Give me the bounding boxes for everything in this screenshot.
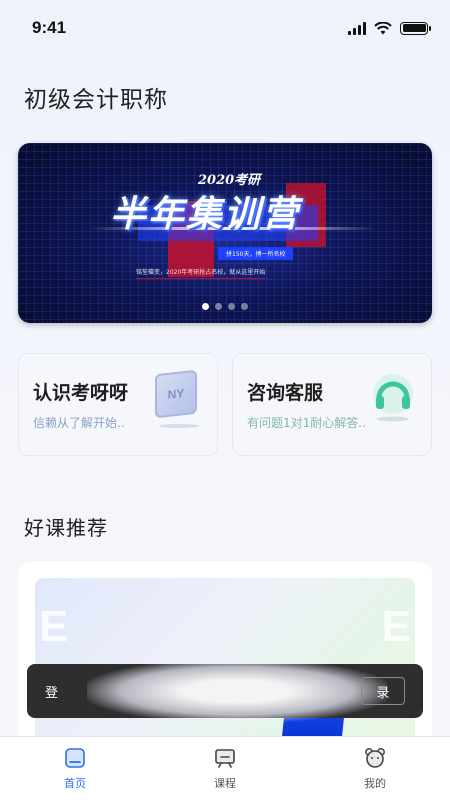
tab-label: 首页 <box>64 777 86 790</box>
tab-home[interactable]: 首页 <box>0 737 150 800</box>
login-toast: 登 录 <box>27 660 423 722</box>
toast-text: 登 <box>45 686 59 701</box>
banner-main-title: 半年集训营 <box>110 194 301 235</box>
banner-carousel[interactable]: 2020考研 半年集训营 拼150天，搏一所名校 铭笙蝶变，2020年考研抢占名… <box>18 143 432 323</box>
carousel-dots <box>18 303 432 310</box>
status-time: 9:41 <box>32 18 67 37</box>
tab-label: 我的 <box>364 777 386 790</box>
carousel-dot[interactable] <box>202 303 209 310</box>
about-card[interactable]: 认识考呀呀 信赖从了解开始.. NY <box>18 353 218 456</box>
course-board-icon <box>215 749 235 768</box>
ny-logo-icon: NY <box>155 369 203 428</box>
card-subtitle: 有问题1对1耐心解答.. <box>247 416 366 430</box>
home-icon <box>65 748 85 768</box>
login-button[interactable]: 录 <box>361 677 405 705</box>
bear-profile-icon <box>365 748 385 768</box>
status-bar: 9:41 <box>0 0 450 56</box>
card-title: 咨询客服 <box>247 382 324 404</box>
battery-icon <box>400 21 431 35</box>
ny-logo-text: NY <box>155 369 197 419</box>
carousel-dot[interactable] <box>228 303 235 310</box>
status-icons <box>348 21 431 35</box>
banner-subline: 铭笙蝶变，2020年考研抢占名校，就从这里开始 <box>136 267 266 279</box>
toast-overlay <box>87 660 387 722</box>
tab-label: 课程 <box>214 777 236 790</box>
section-title: 好课推荐 <box>24 516 108 540</box>
thumb-letter: E <box>39 602 69 651</box>
thumb-letter: E <box>381 602 411 651</box>
customer-service-card[interactable]: 咨询客服 有问题1对1耐心解答.. <box>232 353 432 456</box>
carousel-dot[interactable] <box>215 303 222 310</box>
banner-tagline: 拼150天，搏一所名校 <box>218 247 294 260</box>
card-title: 认识考呀呀 <box>33 382 129 404</box>
cellular-signal-icon <box>348 21 366 35</box>
tab-bar: 首页 课程 我的 <box>0 736 450 800</box>
course-card[interactable]: E E <box>18 562 432 752</box>
card-subtitle: 信赖从了解开始.. <box>33 416 125 430</box>
icon-shadow <box>159 424 199 428</box>
wifi-icon <box>374 21 392 34</box>
tab-courses[interactable]: 课程 <box>150 737 300 800</box>
tab-profile[interactable]: 我的 <box>300 737 450 800</box>
headset-icon <box>369 372 417 422</box>
page-title: 初级会计职称 <box>24 87 168 113</box>
headset-icon-graphic <box>373 374 413 422</box>
carousel-dot[interactable] <box>241 303 248 310</box>
